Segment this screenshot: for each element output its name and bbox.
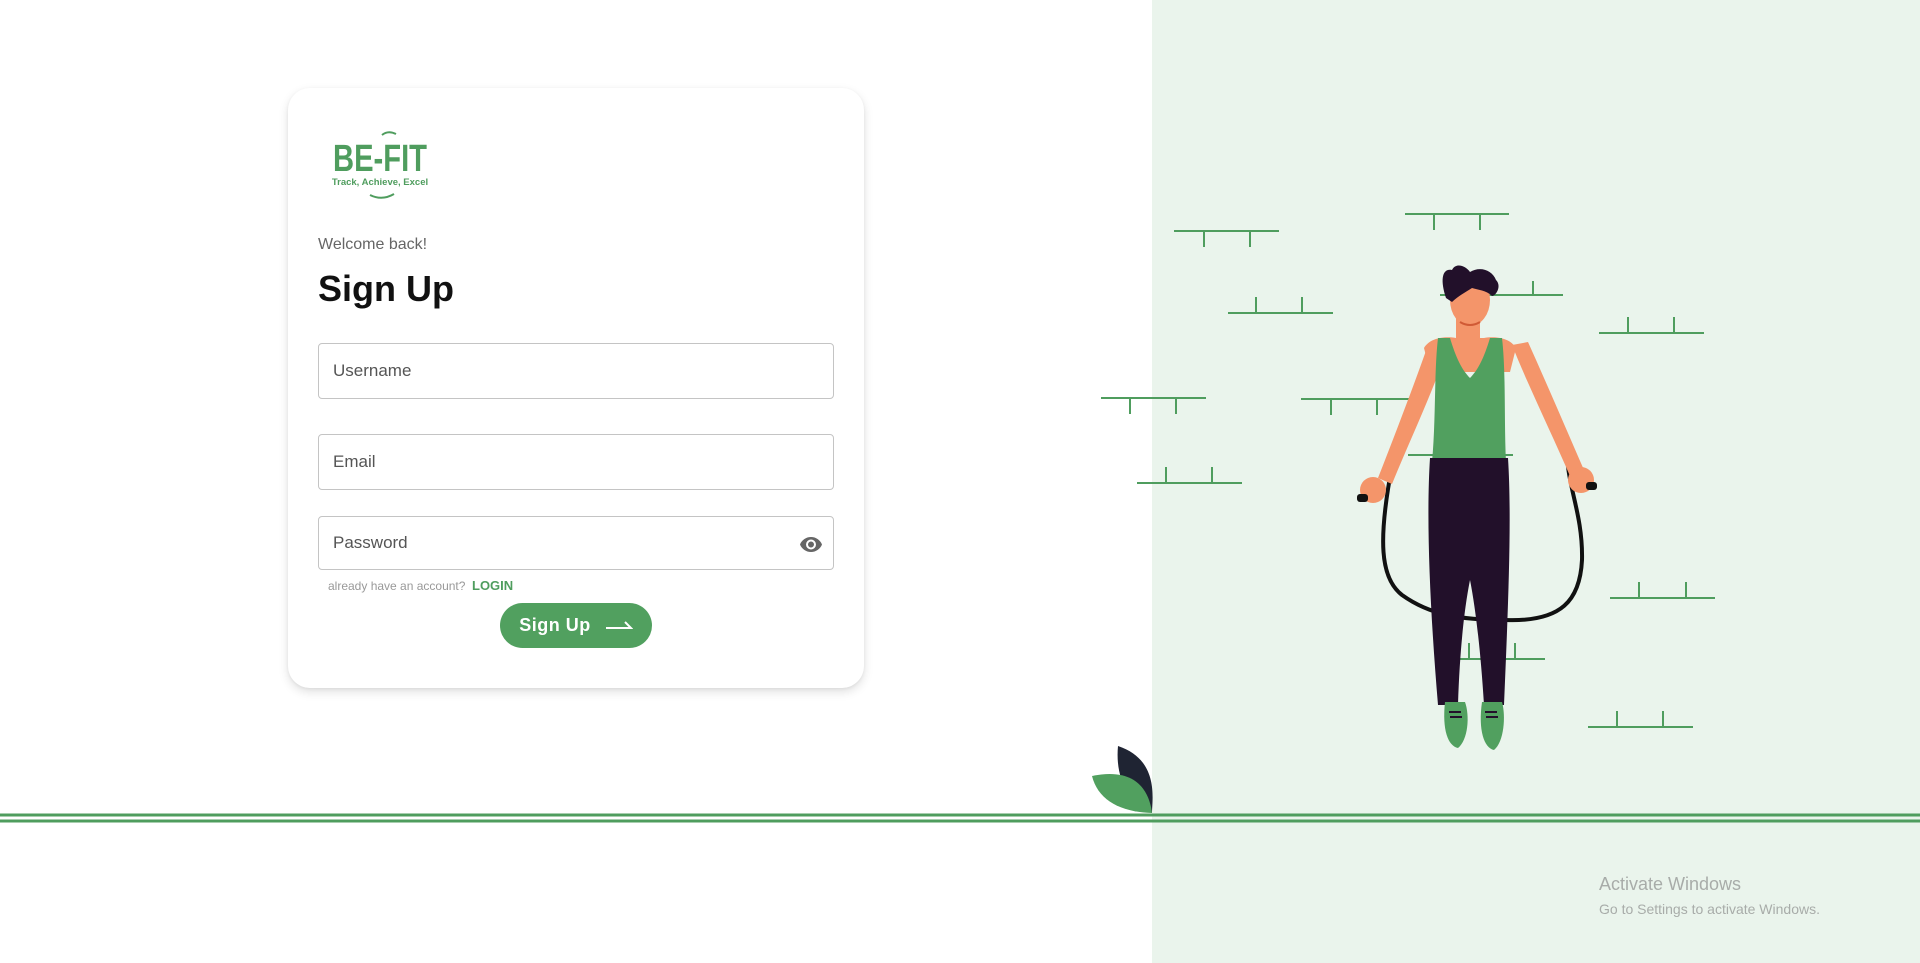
watermark-subtitle: Go to Settings to activate Windows.: [1599, 901, 1820, 917]
windows-activation-watermark: Activate Windows Go to Settings to activ…: [1599, 874, 1820, 917]
signup-button[interactable]: Sign Up: [500, 603, 652, 648]
signup-card: BE-FIT Track, Achieve, Excel Welcome bac…: [288, 88, 864, 688]
email-input[interactable]: [319, 435, 833, 489]
account-prompt: already have an account?: [328, 579, 466, 593]
illustration-background: [1152, 0, 1920, 963]
page-title: Sign Up: [318, 268, 454, 309]
svg-text:BE-FIT: BE-FIT: [333, 138, 427, 180]
login-link[interactable]: LOGIN: [472, 578, 513, 593]
watermark-title: Activate Windows: [1599, 874, 1742, 894]
eye-icon[interactable]: [799, 532, 823, 556]
leaf-dark: [1117, 746, 1153, 813]
password-field[interactable]: [318, 516, 834, 570]
signup-button-label: Sign Up: [519, 615, 591, 635]
welcome-text: Welcome back!: [318, 236, 428, 253]
leaf-green: [1092, 774, 1152, 813]
befit-logo: BE-FIT Track, Achieve, Excel: [332, 131, 428, 199]
arrow-right-icon: [605, 620, 633, 629]
svg-text:Track, Achieve, Excel: Track, Achieve, Excel: [332, 177, 428, 188]
username-field[interactable]: [318, 343, 834, 399]
email-field[interactable]: [318, 434, 834, 490]
password-input[interactable]: [319, 517, 833, 569]
username-input[interactable]: [319, 344, 833, 398]
